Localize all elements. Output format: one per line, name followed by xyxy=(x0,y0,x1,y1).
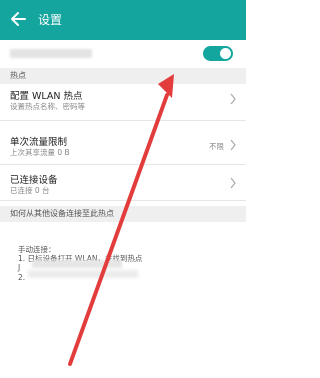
row-title: 配置 WLAN 热点 xyxy=(10,91,83,102)
chevron-right-icon xyxy=(230,177,236,189)
hotspot-toggle-row xyxy=(0,40,246,68)
section-label: 热点 xyxy=(10,71,26,80)
help-panel: 手动连接： 1. 日标设备打开 WLAN，并找到热点 J 2. xyxy=(0,222,246,378)
app-header: 设置 xyxy=(0,0,246,40)
section-label: 如何从其他设备连接至此热点 xyxy=(10,209,114,218)
section-header-how-to-connect: 如何从其他设备连接至此热点 xyxy=(0,206,246,222)
help-line: 2. xyxy=(18,273,26,282)
blurred-text xyxy=(32,260,122,268)
back-arrow-icon[interactable] xyxy=(9,8,29,30)
row-subtitle: 上次其享流量 0 B xyxy=(10,148,70,157)
row-title: 已连接设备 xyxy=(10,175,58,186)
data-limit-row[interactable]: 单次流量限制 上次其享流量 0 B 不限 xyxy=(0,130,246,165)
row-subtitle: 已连接 0 台 xyxy=(10,186,50,195)
blurred-text xyxy=(28,270,138,278)
switch-knob xyxy=(220,48,231,59)
section-header-hotspot: 热点 xyxy=(0,68,246,84)
row-title: 单次流量限制 xyxy=(10,137,68,148)
help-line: J xyxy=(18,263,21,272)
chevron-right-icon xyxy=(230,93,236,105)
row-value: 不限 xyxy=(209,142,224,151)
hotspot-switch[interactable] xyxy=(203,46,233,61)
page-title: 设置 xyxy=(38,13,63,27)
wlan-config-row[interactable]: 配置 WLAN 热点 设置热点名称、密码等 xyxy=(0,84,246,121)
chevron-right-icon xyxy=(230,139,236,151)
row-subtitle: 设置热点名称、密码等 xyxy=(10,102,85,111)
connected-devices-row[interactable]: 已连接设备 已连接 0 台 xyxy=(0,168,246,201)
blurred-label xyxy=(10,49,92,58)
